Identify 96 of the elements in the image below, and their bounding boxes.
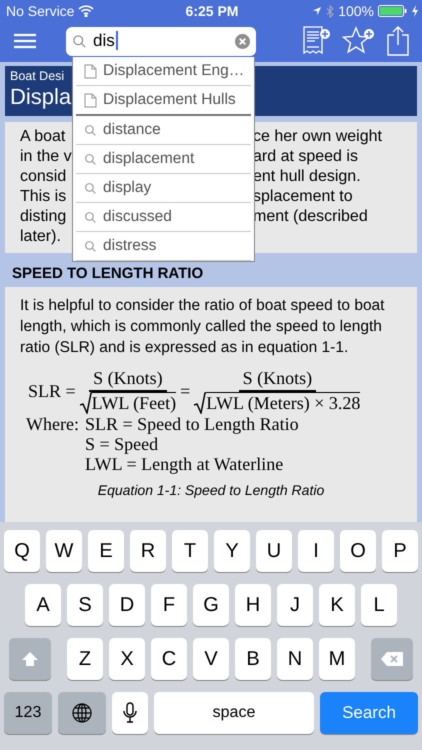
equation-caption: Equation 1-1: Speed to Length Ratio bbox=[96, 482, 326, 498]
paragraph-fragment: This is bbox=[20, 187, 68, 207]
globe-icon bbox=[72, 703, 92, 723]
letter-key[interactable]: Y bbox=[214, 530, 250, 572]
search-field[interactable]: dis bbox=[66, 26, 256, 56]
paragraph-fragment: later). bbox=[20, 227, 62, 247]
receipt-add-icon[interactable] bbox=[302, 25, 332, 57]
breadcrumb: Boat Desi bbox=[10, 69, 64, 83]
radical-icon bbox=[80, 392, 92, 414]
paragraph-fragment: splacement to bbox=[253, 187, 354, 207]
battery-percent: 100% bbox=[338, 3, 374, 19]
letter-key[interactable]: L bbox=[361, 584, 397, 626]
suggestion-label: Displacement Eng… bbox=[103, 62, 244, 80]
letter-key[interactable]: A bbox=[25, 584, 61, 626]
equation-text: Where: bbox=[26, 414, 79, 436]
radical-icon bbox=[194, 392, 206, 414]
search-key[interactable]: Search bbox=[320, 692, 418, 734]
carrier-label: No Service bbox=[6, 3, 74, 19]
document-icon bbox=[84, 64, 97, 78]
suggestion-item[interactable]: discussed bbox=[76, 203, 251, 232]
star-add-icon[interactable] bbox=[342, 26, 376, 56]
search-icon bbox=[84, 240, 97, 252]
search-icon bbox=[84, 124, 97, 136]
section-heading: SPEED TO LENGTH RATIO bbox=[12, 265, 204, 282]
suggestion-item[interactable]: display bbox=[76, 174, 251, 203]
clear-icon[interactable] bbox=[235, 34, 250, 48]
suggestion-label: Displacement Hulls bbox=[103, 91, 236, 109]
search-icon bbox=[84, 152, 97, 166]
letter-key[interactable]: K bbox=[319, 584, 355, 626]
paragraph-fragment: consid bbox=[20, 167, 68, 187]
suggestion-label: display bbox=[103, 179, 152, 197]
search-text: dis bbox=[93, 31, 229, 51]
search-icon bbox=[72, 34, 87, 48]
location-icon bbox=[312, 6, 322, 16]
letter-key[interactable]: I bbox=[298, 530, 334, 572]
suggestion-item[interactable]: distress bbox=[76, 232, 251, 261]
paragraph-fragment: disting bbox=[20, 207, 68, 227]
letter-key[interactable]: G bbox=[193, 584, 229, 626]
equation-definition: LWL = Length at Waterline bbox=[84, 454, 284, 474]
suggestion-label: discussed bbox=[103, 208, 172, 226]
shift-icon bbox=[21, 651, 39, 667]
microphone-key[interactable] bbox=[112, 692, 148, 734]
bluetooth-icon bbox=[326, 4, 334, 18]
chapter-title: Displa bbox=[10, 83, 72, 111]
letter-key[interactable]: Z bbox=[67, 638, 103, 680]
paragraph: It is helpful to consider the ratio of boat speed to boat length, which is commonly called the speed to length ratio (SLR) and is expressed as in equation 1-1. bbox=[20, 296, 386, 358]
letter-key[interactable]: N bbox=[277, 638, 313, 680]
equation-denominator: LWL (Feet) bbox=[92, 392, 176, 414]
letter-key[interactable]: D bbox=[109, 584, 145, 626]
letter-key[interactable]: H bbox=[235, 584, 271, 626]
microphone-icon bbox=[123, 702, 137, 724]
letter-key[interactable]: B bbox=[235, 638, 271, 680]
letter-key[interactable]: V bbox=[193, 638, 229, 680]
letter-key[interactable]: O bbox=[340, 530, 376, 572]
document-icon bbox=[84, 92, 97, 108]
equation-numerator: S (Knots) bbox=[89, 368, 167, 392]
suggestion-label: distress bbox=[103, 237, 156, 255]
charging-icon bbox=[412, 5, 418, 17]
backspace-icon bbox=[380, 651, 404, 667]
letter-key[interactable]: P bbox=[382, 530, 418, 572]
menu-icon[interactable] bbox=[14, 33, 36, 49]
letter-key[interactable]: C bbox=[151, 638, 187, 680]
suggestion-item[interactable]: displacement bbox=[76, 145, 251, 174]
letter-key[interactable]: U bbox=[256, 530, 292, 572]
paragraph-fragment: A boat bbox=[20, 127, 66, 147]
paragraph-fragment: in the v bbox=[20, 147, 73, 167]
suggestion-label: displacement bbox=[103, 150, 194, 168]
search-icon bbox=[84, 182, 97, 194]
space-key[interactable]: space bbox=[154, 692, 314, 734]
letter-key[interactable]: T bbox=[172, 530, 208, 572]
letter-key[interactable]: S bbox=[67, 584, 103, 626]
battery-icon bbox=[378, 5, 408, 17]
suggestion-label: distance bbox=[103, 121, 161, 139]
globe-key[interactable] bbox=[58, 692, 106, 734]
suggestion-item[interactable]: distance bbox=[76, 116, 251, 145]
suggestion-item[interactable]: Displacement Eng… bbox=[76, 57, 251, 86]
letter-key[interactable]: F bbox=[151, 584, 187, 626]
clock-label: 6:25 PM bbox=[186, 3, 238, 19]
equation-text: SLR = bbox=[28, 380, 76, 402]
share-icon[interactable] bbox=[386, 25, 410, 57]
equation-numerator: S (Knots) bbox=[238, 368, 316, 392]
equation-definition: S = Speed bbox=[84, 434, 160, 454]
numbers-key[interactable]: 123 bbox=[4, 692, 52, 734]
letter-key[interactable]: X bbox=[109, 638, 145, 680]
equation-definition: SLR = Speed to Length Ratio bbox=[84, 414, 299, 434]
letter-key[interactable]: E bbox=[88, 530, 124, 572]
suggestion-item[interactable]: Displacement Hulls bbox=[76, 86, 251, 116]
letter-key[interactable]: J bbox=[277, 584, 313, 626]
letter-key[interactable]: R bbox=[130, 530, 166, 572]
equation-denominator: LWL (Meters) × 3.28 bbox=[206, 392, 360, 414]
letter-key[interactable]: M bbox=[319, 638, 355, 680]
letter-key[interactable]: Q bbox=[4, 530, 40, 572]
letter-key[interactable]: W bbox=[46, 530, 82, 572]
wifi-icon bbox=[78, 5, 94, 17]
search-icon bbox=[84, 210, 97, 224]
equation-text: = bbox=[180, 380, 190, 402]
